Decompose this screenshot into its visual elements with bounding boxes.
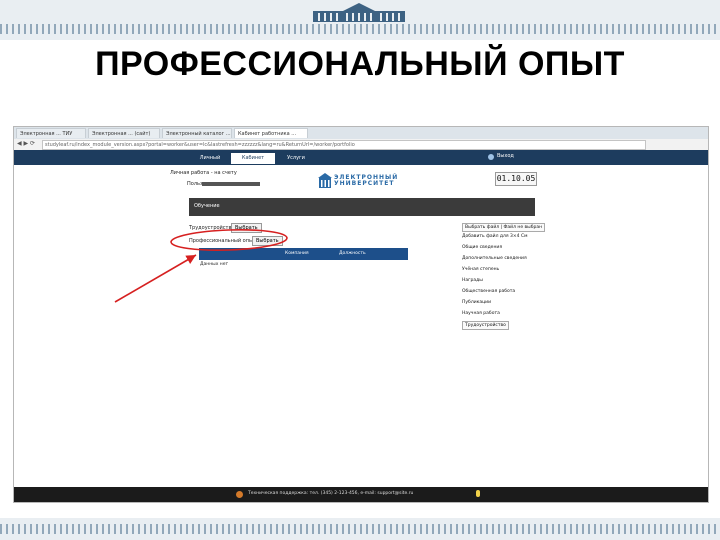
browser-tab-3[interactable]: Электронный каталог ... <box>162 128 232 138</box>
browser-screenshot: Электронная ... ТИУ Электронная ... (сай… <box>13 126 709 503</box>
side-academic-degree[interactable]: Учёная степень <box>462 267 499 272</box>
side-employment[interactable]: Трудоустройство <box>462 321 509 330</box>
side-research-work[interactable]: Научная работа <box>462 311 500 316</box>
side-public-work[interactable]: Общественная работа <box>462 289 515 294</box>
back-forward-icon[interactable]: ◀ ▶ ⟳ <box>17 140 35 147</box>
status-text: Личная работа - на счету <box>170 170 237 176</box>
side-publications[interactable]: Публикации <box>462 300 491 305</box>
slide-title: ПРОФЕССИОНАЛЬНЫЙ ОПЫТ <box>95 45 625 83</box>
experience-table-header: Компания Должность <box>199 248 408 260</box>
greek-key-border-top <box>0 24 720 34</box>
user-name-redacted <box>202 182 260 186</box>
app-page: Личный кабинет Кабинет Услуги Выход Личн… <box>14 150 708 487</box>
browser-tab-1[interactable]: Электронная ... ТИУ <box>16 128 86 138</box>
lightbulb-icon <box>476 490 480 497</box>
nav-personal-cabinet[interactable]: Личный кабинет <box>189 153 231 172</box>
footer-logo-icon <box>236 491 243 498</box>
top-navigation-bar: Личный кабинет Кабинет Услуги Выход <box>14 150 708 172</box>
section-header-bar: Обучение <box>189 198 535 216</box>
greek-key-border-bottom <box>0 524 720 534</box>
page-footer: Техническая поддержка: тел. (345) 2-123-… <box>14 487 708 502</box>
section-title: Обучение <box>194 203 220 209</box>
exit-icon[interactable] <box>488 154 494 160</box>
professional-experience-select-button[interactable]: Выбрать <box>252 236 283 246</box>
employment-label: Трудоустройство <box>189 225 235 231</box>
table-header-position: Должность <box>339 251 366 256</box>
side-additional-info[interactable]: Дополнительные сведения <box>462 256 527 261</box>
browser-tab-strip: Электронная ... ТИУ Электронная ... (сай… <box>14 127 708 139</box>
nav-cabinet[interactable]: Кабинет <box>231 153 275 164</box>
side-add-photo[interactable]: Добавить файл для 3×4 См <box>462 234 528 239</box>
employment-select-button[interactable]: Выбрать <box>231 223 262 233</box>
side-file-chooser[interactable]: Выбрать файл | Файл не выбран <box>462 223 546 232</box>
table-header-company: Компания <box>285 251 309 256</box>
university-building-icon <box>313 3 405 22</box>
professional-experience-label: Профессиональный опыт <box>189 238 256 244</box>
table-empty-cell: Данных нет <box>200 262 229 267</box>
browser-tab-4[interactable]: Кабинет работника ... <box>234 128 308 138</box>
side-awards[interactable]: Награды <box>462 278 483 283</box>
logo-line-2: УНИВЕРСИТЕТ <box>334 180 395 187</box>
browser-tab-2[interactable]: Электронная ... (сайт) <box>88 128 160 138</box>
side-general-info[interactable]: Общие сведения <box>462 245 502 250</box>
footer-text: Техническая поддержка: тел. (345) 2-123-… <box>248 491 414 496</box>
nav-services[interactable]: Услуги <box>275 153 317 164</box>
date-display: 01.10.05 <box>495 172 537 186</box>
address-bar[interactable]: studyleaf.ru/index_module_version.aspx?p… <box>42 140 646 150</box>
exit-button[interactable]: Выход <box>497 153 514 159</box>
